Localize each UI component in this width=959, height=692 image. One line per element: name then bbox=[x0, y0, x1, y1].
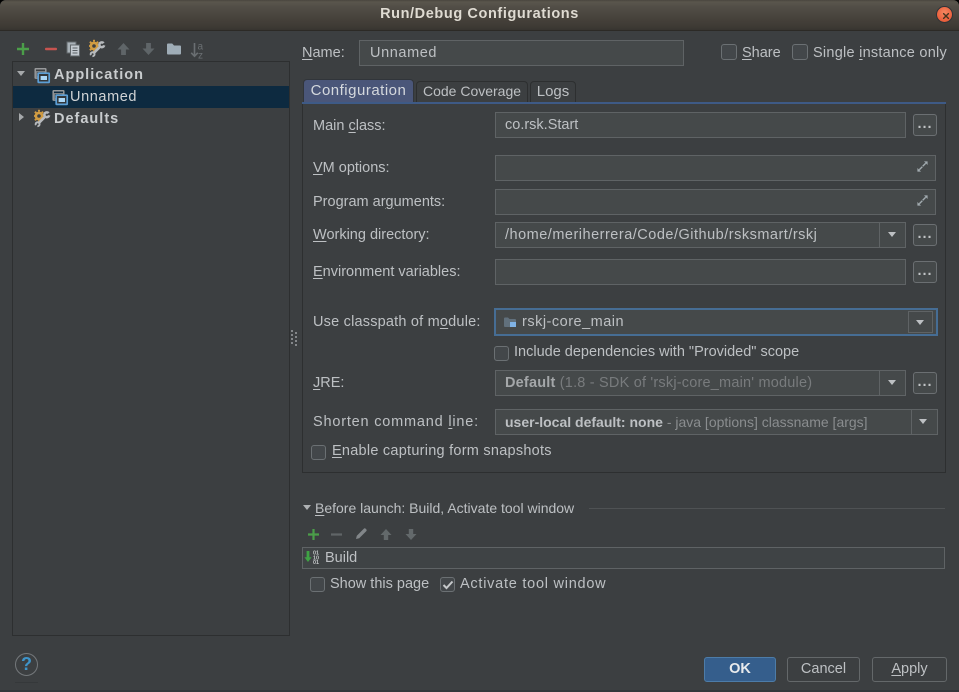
svg-text:01: 01 bbox=[313, 560, 319, 565]
svg-text:z: z bbox=[198, 51, 203, 60]
